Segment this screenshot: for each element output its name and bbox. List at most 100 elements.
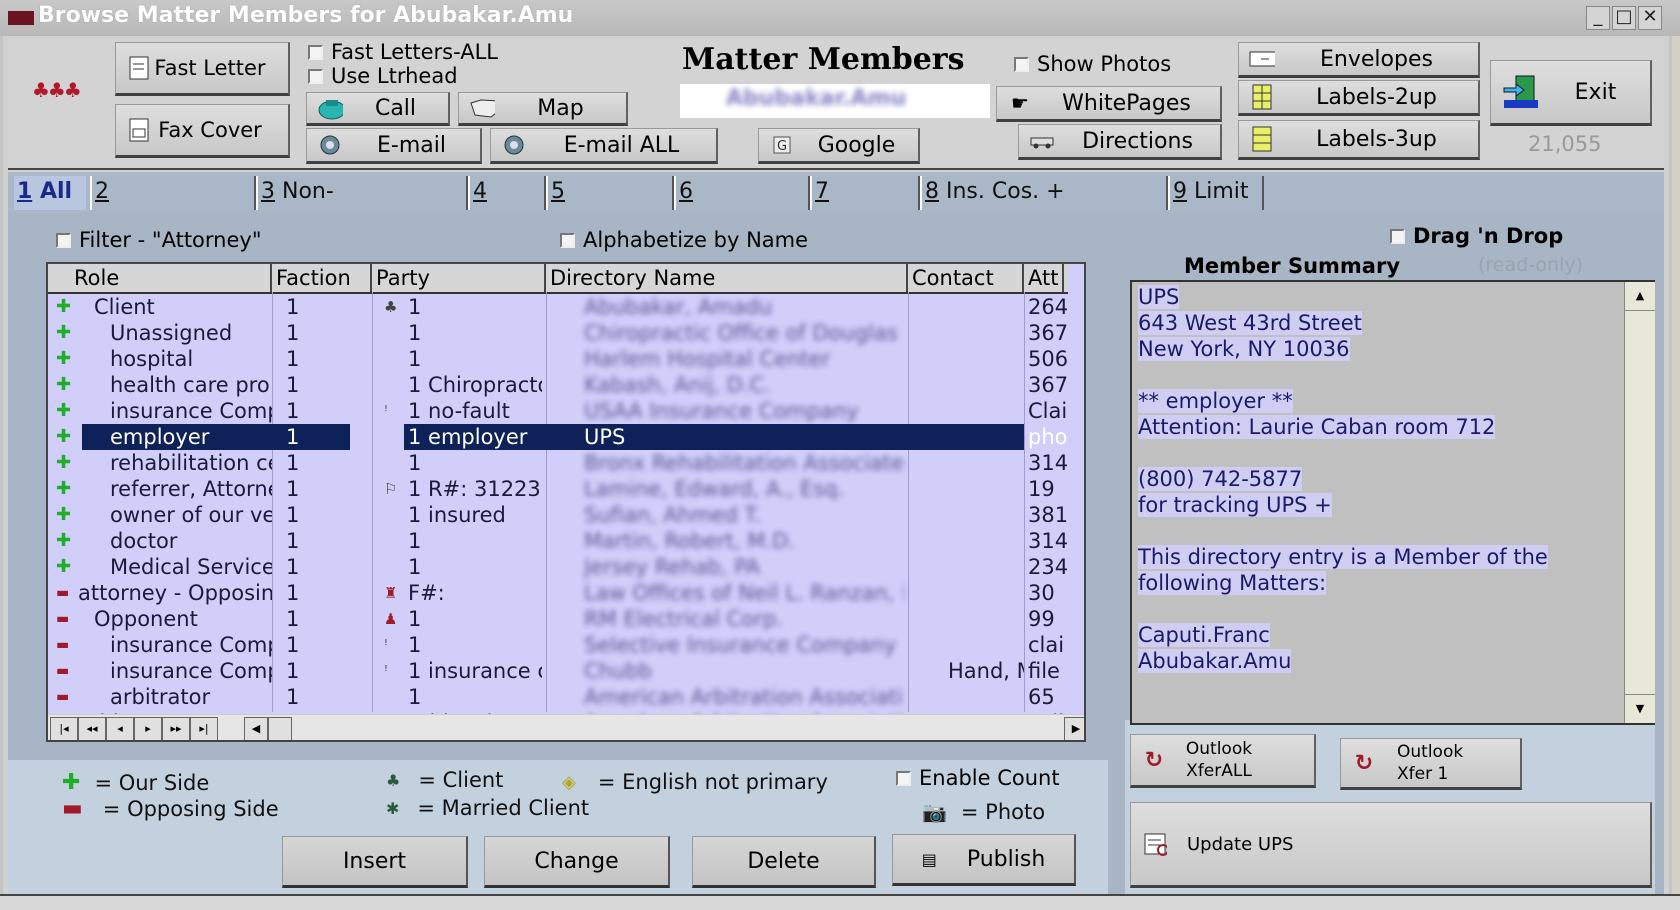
column-header-directory-name[interactable]: Directory Name bbox=[546, 264, 908, 292]
labels-2up-button[interactable]: Labels-2up bbox=[1238, 80, 1480, 116]
table-row[interactable]: ▬ insurance Comp 1 1 insurance c Chubb Hand, … bbox=[48, 658, 1068, 684]
insert-button[interactable]: Insert bbox=[282, 836, 468, 888]
column-header-role[interactable]: Role bbox=[48, 264, 272, 292]
fast-letters-all-checkbox[interactable]: Fast Letters-ALL bbox=[308, 40, 498, 64]
table-row[interactable]: ✚ hospital 1 1 Harlem Hospital Center 506 bbox=[48, 346, 1068, 372]
table-row[interactable]: ✚ Unassigned 1 1 Chiropractic Office of Doug… bbox=[48, 320, 1068, 346]
directions-button[interactable]: Directions bbox=[1018, 124, 1222, 160]
email-button[interactable]: E-mail bbox=[306, 128, 482, 164]
nav-prev-button[interactable]: ◂ bbox=[106, 717, 134, 740]
call-button[interactable]: Call bbox=[306, 92, 450, 126]
tab-non-parties-attys[interactable]: 3 Non-Parties/Attys bbox=[256, 176, 468, 236]
table-row[interactable]: ✚ referrer, Attorne 1 1 R#: 312239 Lamine, E… bbox=[48, 476, 1068, 502]
fax-cover-button[interactable]: Fax Cover bbox=[115, 104, 290, 158]
nav-first-button[interactable]: |◂ bbox=[50, 717, 78, 740]
enable-count-checkbox[interactable]: Enable Count bbox=[896, 766, 1060, 790]
tab-experts[interactable]: 7 Experts bbox=[810, 176, 920, 236]
envelopes-button[interactable]: Envelopes bbox=[1238, 42, 1480, 78]
outlook-xfer-all-button[interactable]: ↻ Outlook XferALL bbox=[1130, 734, 1316, 788]
publish-button[interactable]: ▤ Publish bbox=[892, 834, 1076, 886]
summary-scrollbar[interactable]: ▲ ▼ bbox=[1624, 282, 1655, 723]
cell-contact bbox=[948, 580, 1024, 606]
scroll-down-arrow[interactable]: ▼ bbox=[1625, 694, 1655, 723]
our-side-icon: ✚ bbox=[56, 322, 72, 343]
tab-all[interactable]: 1 All bbox=[14, 176, 86, 210]
nav-next-button[interactable]: ▸ bbox=[134, 717, 162, 740]
cell-role: insurance Comp bbox=[110, 399, 272, 423]
grid-horizontal-scrollbar[interactable]: |◂ ◂◂ ◂ ▸ ▸▸ ▸| ◀ ▶ ▼ bbox=[48, 714, 1084, 740]
nav-last-button[interactable]: ▸| bbox=[190, 717, 218, 740]
column-header-contact[interactable]: Contact bbox=[908, 264, 1024, 292]
cell-role: employer bbox=[110, 425, 210, 449]
labels-3up-button[interactable]: Labels-3up bbox=[1238, 120, 1480, 160]
column-header-faction[interactable]: Faction bbox=[272, 264, 372, 292]
column-header-att[interactable]: Att bbox=[1024, 264, 1064, 292]
tab-parties-attys[interactable]: 2 Parties/Attys bbox=[90, 176, 256, 236]
table-row[interactable]: ✚ rehabilitation ce 1 1 Bronx Rehabilitation… bbox=[48, 450, 1068, 476]
hscroll-thumb[interactable] bbox=[268, 717, 292, 740]
opposing-side-icon: ▬ bbox=[56, 637, 70, 653]
cell-role: owner of our ve bbox=[110, 503, 272, 527]
summary-line: This directory entry is a Member of the bbox=[1138, 545, 1548, 569]
outlook-xfer-1-button[interactable]: ↻ Outlook Xfer 1 bbox=[1340, 738, 1522, 790]
cell-contact bbox=[948, 372, 1024, 398]
small-icon: ꜝ bbox=[384, 636, 388, 654]
table-row[interactable]: ▬ arbitrator 1 1 American Arbitration Associ… bbox=[48, 684, 1068, 710]
table-row[interactable]: ▬ insurance Comp 1 1 Selective Insurance Com… bbox=[48, 632, 1068, 658]
update-button[interactable]: Update UPS bbox=[1130, 802, 1652, 888]
attorney-icon: ♜ bbox=[384, 584, 398, 602]
scroll-right-arrow[interactable]: ▶ bbox=[1064, 717, 1084, 740]
tab-witnesses[interactable]: 6 Witnesses bbox=[674, 176, 810, 236]
scroll-left-arrow[interactable]: ◀ bbox=[244, 717, 268, 740]
client-icon: ♣ bbox=[386, 770, 401, 790]
map-button[interactable]: Map bbox=[458, 92, 628, 126]
opponent-icon: ♟ bbox=[384, 610, 398, 628]
tab-role[interactable]: 4 Role bbox=[468, 176, 546, 236]
table-row[interactable]: ✚ insurance Comp 1 1 no-fault USAA Insurance… bbox=[48, 398, 1068, 424]
minimize-button[interactable]: _ bbox=[1586, 6, 1610, 30]
table-row[interactable]: ▬ attorney - Opposin 1 F#: Law Offices of Ne… bbox=[48, 580, 1068, 606]
filter-attorney-checkbox[interactable]: Filter - "Attorney" bbox=[56, 228, 262, 252]
change-button[interactable]: Change bbox=[484, 836, 670, 888]
table-row[interactable]: ✚ doctor 1 1 Martin, Robert, M.D. 314 bbox=[48, 528, 1068, 554]
table-row[interactable]: ✚ health care pro 1 1 Chiropracto Kabash, An… bbox=[48, 372, 1068, 398]
cell-contact bbox=[948, 450, 1024, 476]
cell-faction: 1 bbox=[286, 373, 300, 397]
exit-button[interactable]: Exit bbox=[1490, 60, 1652, 126]
alphabetize-checkbox[interactable]: Alphabetize by Name bbox=[560, 228, 808, 252]
table-row[interactable]: ▬ Opponent 1 1 RM Electrical Corp. 99 ♟ bbox=[48, 606, 1068, 632]
show-photos-checkbox[interactable]: Show Photos bbox=[1014, 52, 1171, 76]
cell-faction: 1 bbox=[286, 581, 300, 605]
drag-drop-checkbox[interactable]: Drag 'n Drop bbox=[1390, 224, 1563, 248]
scroll-up-arrow[interactable]: ▲ bbox=[1625, 282, 1655, 311]
summary-line: UPS bbox=[1138, 285, 1180, 309]
close-button[interactable]: ✕ bbox=[1638, 6, 1662, 30]
cell-directory-name: Law Offices of Neil L. Ranzan, Esq. bbox=[584, 581, 904, 605]
tab-referrers[interactable]: 5 Referrers bbox=[546, 176, 674, 236]
people-logo-icon: ♣♣♣ bbox=[32, 78, 82, 102]
table-row[interactable]: ✚ Medical Service 1 1 Jersey Rehab, PA 234 bbox=[48, 554, 1068, 580]
email-icon bbox=[501, 132, 527, 158]
delete-button[interactable]: Delete bbox=[692, 836, 876, 888]
use-ltrhead-checkbox[interactable]: Use Ltrhead bbox=[308, 64, 458, 88]
column-header-party[interactable]: Party bbox=[372, 264, 546, 292]
tab-ins-cos-adjusters[interactable]: 8 Ins. Cos. + Adjusters bbox=[920, 176, 1168, 236]
whitepages-button[interactable]: ☛ WhitePages bbox=[996, 86, 1222, 122]
table-row[interactable]: ✚ owner of our ve 1 1 insured Sufian, Ahmed … bbox=[48, 502, 1068, 528]
maximize-button[interactable]: □ bbox=[1612, 6, 1636, 30]
google-button[interactable]: G Google bbox=[758, 128, 920, 164]
table-row[interactable]: ✚ Client 1 1 Abubakar, Amadu 264 ♣ bbox=[48, 294, 1068, 320]
svg-text:G: G bbox=[777, 139, 787, 154]
table-row[interactable]: ✚ employer 1 1 employer UPS pho bbox=[48, 424, 1068, 450]
members-grid: Role Faction Party Directory Name Contac… bbox=[46, 262, 1086, 742]
cell-party: 1 bbox=[408, 347, 422, 371]
phone-icon bbox=[317, 95, 343, 121]
fast-letter-button[interactable]: Fast Letter bbox=[115, 42, 290, 96]
nav-next-page-button[interactable]: ▸▸ bbox=[162, 717, 190, 740]
nav-prev-page-button[interactable]: ◂◂ bbox=[78, 717, 106, 740]
summary-line: following Matters: bbox=[1138, 571, 1327, 595]
email-all-button[interactable]: E-mail ALL bbox=[490, 128, 718, 164]
cell-party: 1 bbox=[408, 633, 422, 657]
tab-limit-1[interactable]: 9 Limit 1 bbox=[1168, 176, 1264, 236]
cell-contact bbox=[948, 632, 1024, 658]
